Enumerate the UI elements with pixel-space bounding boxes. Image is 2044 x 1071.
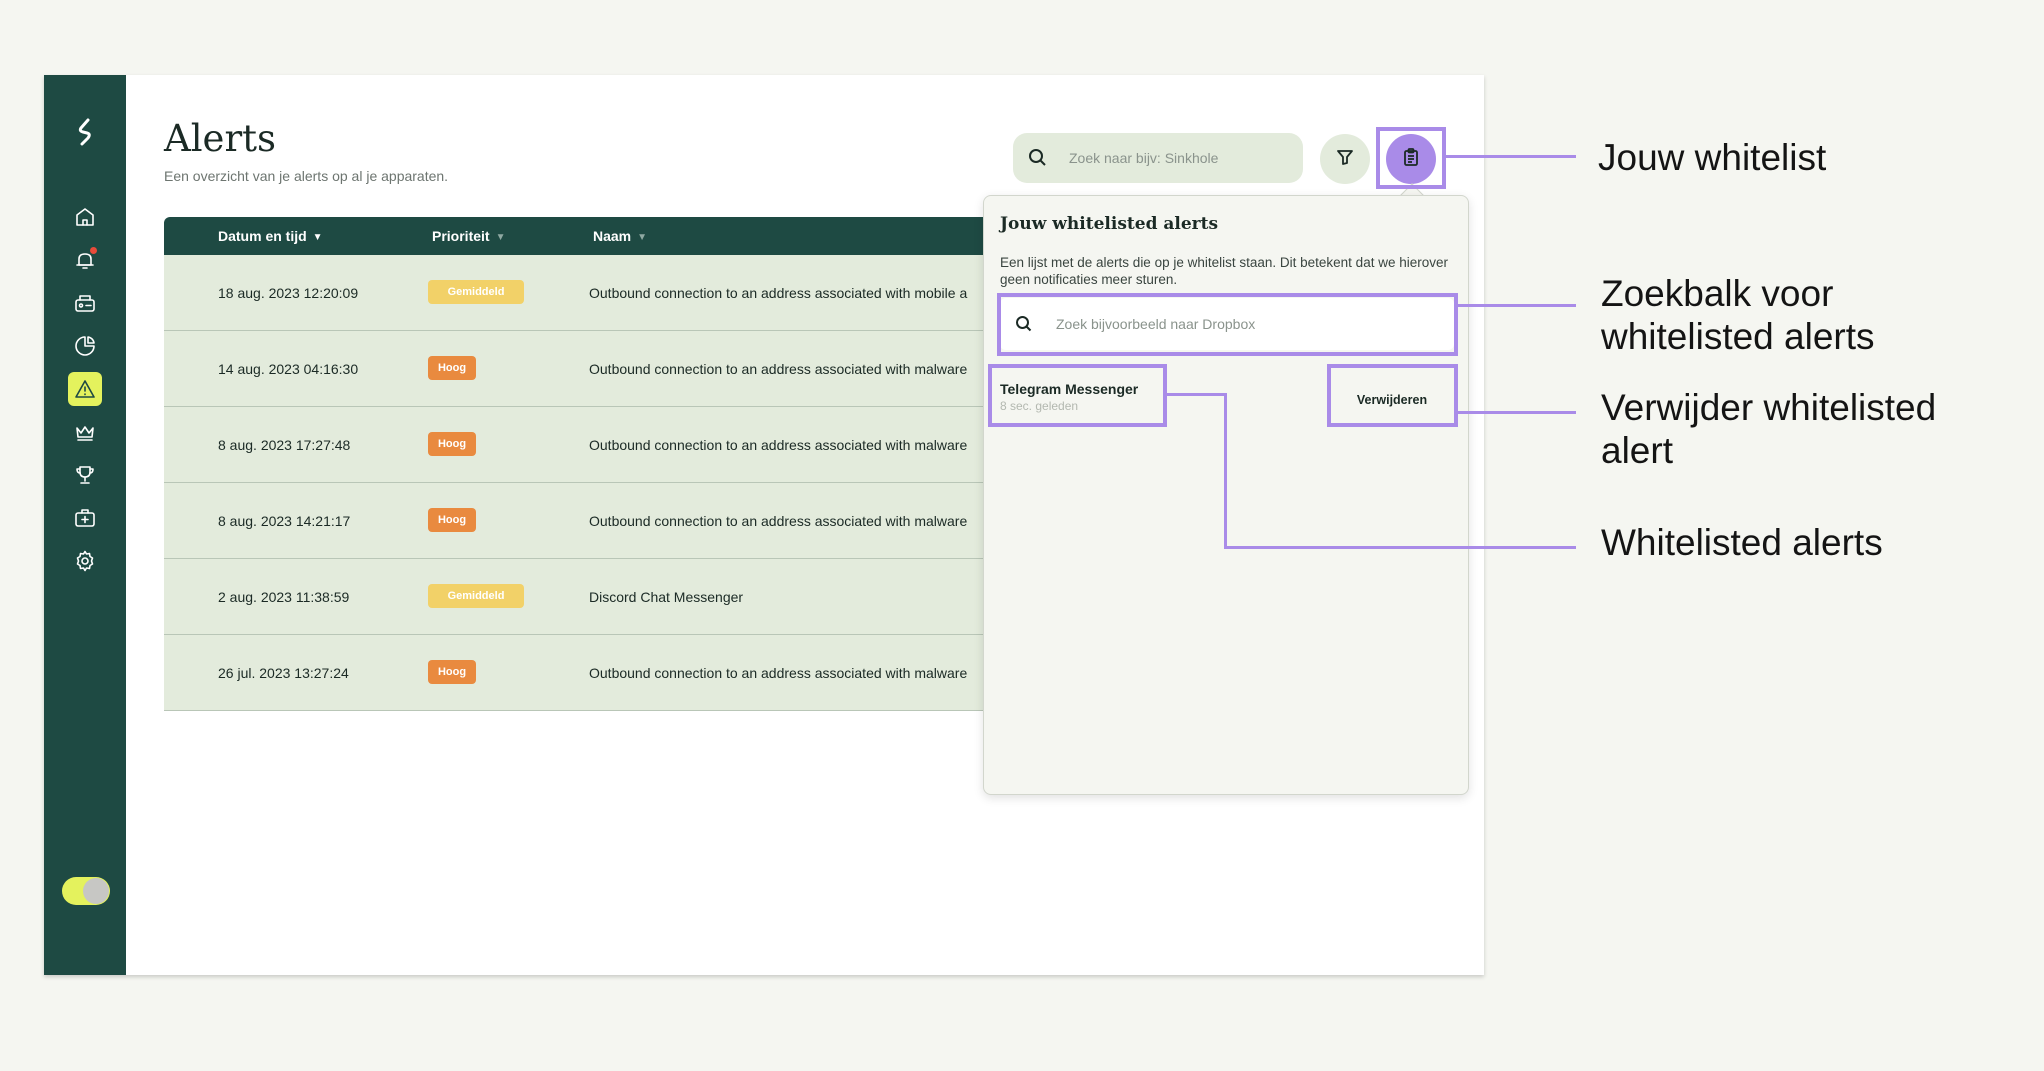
column-header-priority[interactable]: Prioriteit ▼: [432, 217, 505, 257]
row-date: 8 aug. 2023 14:21:17: [218, 513, 351, 529]
search-input[interactable]: [1069, 133, 1289, 183]
priority-badge: Gemiddeld: [428, 280, 524, 304]
row-name: Outbound connection to an address associ…: [589, 361, 968, 377]
highlight-remove-button: [1327, 364, 1458, 427]
connector-line: [1446, 155, 1576, 158]
devices-icon[interactable]: [70, 288, 100, 318]
priority-badge: Hoog: [428, 508, 476, 532]
sidebar: [44, 75, 126, 975]
highlight-whitelisted-items: [988, 364, 1167, 427]
crown-icon[interactable]: [70, 417, 100, 447]
filter-icon: [1335, 147, 1355, 172]
row-name: Outbound connection to an address associ…: [589, 285, 968, 301]
toggle-knob: [83, 878, 109, 904]
annotation-search-bar: Zoekbalk voor whitelisted alerts: [1601, 273, 1875, 357]
notification-dot: [90, 247, 97, 254]
highlight-search-bar: [997, 293, 1458, 356]
sort-caret-icon: ▼: [637, 232, 648, 243]
row-name: Discord Chat Messenger: [589, 589, 744, 605]
connector-line: [1458, 411, 1576, 414]
row-date: 14 aug. 2023 04:16:30: [218, 361, 359, 377]
priority-badge: Hoog: [428, 660, 476, 684]
home-icon[interactable]: [70, 202, 100, 232]
connector-line: [1167, 393, 1227, 396]
popover-description: Een lijst met de alerts die op je whitel…: [1000, 255, 1448, 287]
row-date: 18 aug. 2023 12:20:09: [218, 285, 359, 301]
annotation-remove: Verwijder whitelisted alert: [1601, 387, 1937, 471]
app-window: Alerts Een overzicht van je alerts op al…: [44, 75, 1484, 975]
annotation-whitelist: Jouw whitelist: [1598, 137, 1827, 178]
logo-icon[interactable]: [70, 117, 100, 147]
connector-line: [1458, 304, 1576, 307]
column-header-name[interactable]: Naam ▼: [593, 217, 647, 257]
search-icon: [1027, 147, 1049, 169]
pie-chart-icon[interactable]: [70, 331, 100, 361]
annotation-items: Whitelisted alerts: [1601, 522, 1883, 563]
sort-caret-icon: ▼: [495, 232, 506, 243]
priority-badge: Hoog: [428, 432, 476, 456]
filter-button[interactable]: [1320, 134, 1370, 184]
page-subtitle: Een overzicht van je alerts op al je app…: [164, 168, 449, 184]
first-aid-icon[interactable]: [70, 503, 100, 533]
row-date: 8 aug. 2023 17:27:48: [218, 437, 351, 453]
row-name: Outbound connection to an address associ…: [589, 665, 968, 681]
row-name: Outbound connection to an address associ…: [589, 513, 968, 529]
row-date: 26 jul. 2023 13:27:24: [218, 665, 349, 681]
alerts-search: [1013, 133, 1303, 183]
connector-line: [1224, 546, 1576, 549]
sort-caret-icon: ▼: [312, 232, 323, 243]
trophy-icon[interactable]: [70, 460, 100, 490]
priority-badge: Gemiddeld: [428, 584, 524, 608]
bell-icon[interactable]: [70, 245, 100, 275]
page-title: Alerts: [164, 117, 276, 160]
row-date: 2 aug. 2023 11:38:59: [218, 589, 350, 605]
priority-badge: Hoog: [428, 356, 476, 380]
gear-icon[interactable]: [70, 546, 100, 576]
connector-line: [1224, 393, 1227, 549]
column-header-date[interactable]: Datum en tijd ▼: [218, 217, 323, 257]
row-name: Outbound connection to an address associ…: [589, 437, 968, 453]
theme-toggle[interactable]: [62, 877, 110, 905]
popover-title: Jouw whitelisted alerts: [1000, 214, 1219, 234]
alert-triangle-icon[interactable]: [68, 372, 102, 406]
highlight-whitelist-button: [1376, 127, 1446, 189]
